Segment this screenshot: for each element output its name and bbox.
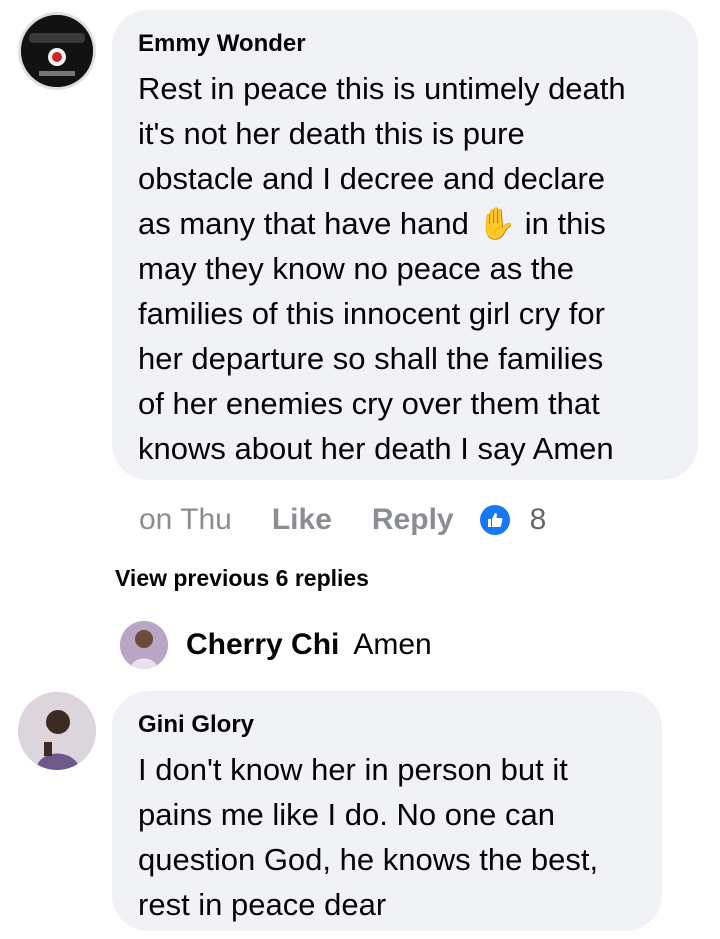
thumbs-up-icon[interactable] <box>477 503 512 537</box>
reaction-count[interactable]: 8 <box>530 503 547 537</box>
avatar[interactable] <box>18 12 96 90</box>
reply-text: Amen <box>353 628 432 661</box>
comment-text: Rest in peace this is untimely death it'… <box>138 71 626 466</box>
like-button[interactable]: Like <box>272 503 332 537</box>
reply-button[interactable]: Reply <box>372 503 454 537</box>
comment-time[interactable]: on Thu <box>139 503 232 537</box>
avatar[interactable] <box>120 621 168 669</box>
comment-author[interactable]: Gini Glory <box>138 711 254 739</box>
view-previous-replies[interactable]: View previous 6 replies <box>115 565 369 592</box>
avatar[interactable] <box>18 692 96 770</box>
person-photo-icon <box>18 692 96 770</box>
person-photo-icon <box>120 621 168 669</box>
inline-reply-cherry-chi: Cherry Chi Amen <box>120 620 432 670</box>
comment-actions: on Thu Like Reply 8 <box>139 500 546 540</box>
car-logo-icon <box>21 15 93 87</box>
reply-author[interactable]: Cherry Chi <box>186 628 339 662</box>
comment-bubble: Gini Glory I don't know her in person bu… <box>112 691 662 931</box>
comment-bubble: Emmy Wonder Rest in peace this is untime… <box>112 10 698 480</box>
comment-text: I don't know her in person but it pains … <box>138 752 599 922</box>
comment-author[interactable]: Emmy Wonder <box>138 30 306 58</box>
